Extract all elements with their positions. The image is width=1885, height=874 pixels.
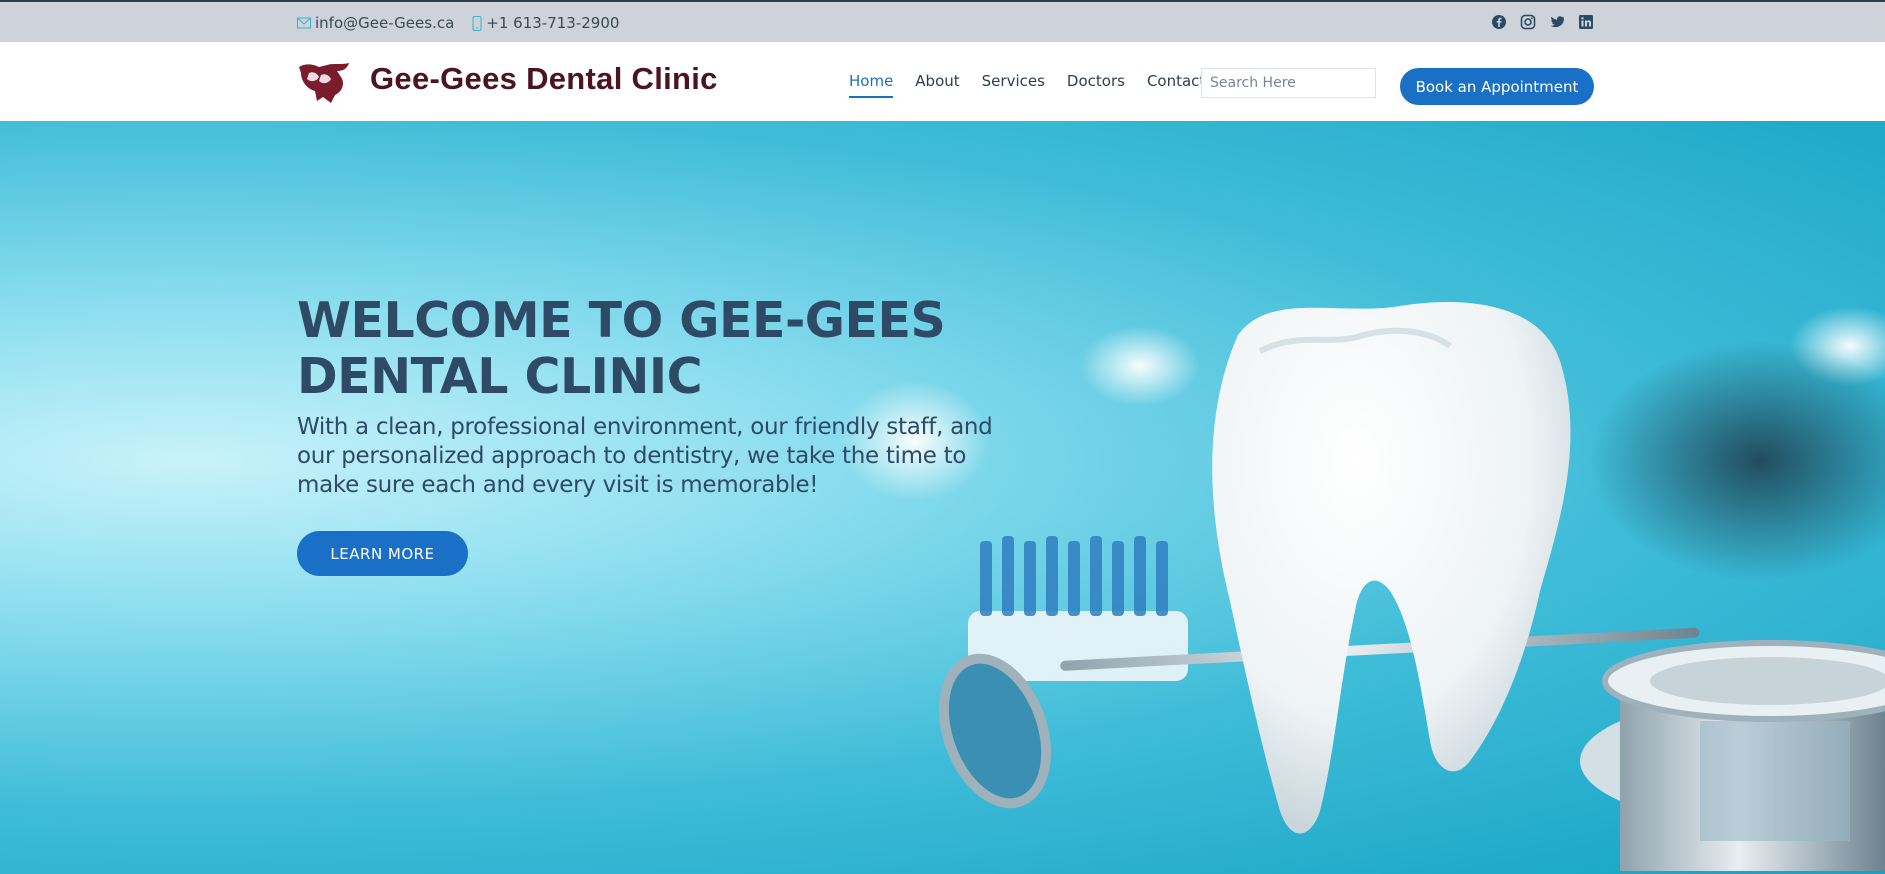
- phone-link[interactable]: +1 613-713-2900: [472, 14, 619, 32]
- main-nav: Home About Services Doctors Contact: [849, 72, 1227, 98]
- envelope-icon: [297, 17, 311, 29]
- hero-section: WELCOME TO GEE-GEES DENTAL CLINIC With a…: [0, 121, 1885, 874]
- nav-about[interactable]: About: [915, 72, 959, 98]
- learn-more-button[interactable]: LEARN MORE: [297, 531, 468, 576]
- search-input[interactable]: [1201, 68, 1376, 98]
- nav-contact[interactable]: Contact: [1147, 72, 1205, 98]
- brand-name[interactable]: Gee-Gees Dental Clinic: [370, 61, 718, 97]
- linkedin-icon[interactable]: [1578, 14, 1596, 32]
- clinic-logo[interactable]: [297, 61, 351, 105]
- top-bar: info@Gee-Gees.ca +1 613-713-2900: [0, 0, 1885, 42]
- book-appointment-button[interactable]: Book an Appointment: [1400, 68, 1594, 105]
- phone-text: +1 613-713-2900: [486, 14, 620, 32]
- nav-services[interactable]: Services: [982, 72, 1045, 98]
- email-text: info@Gee-Gees.ca: [315, 14, 455, 32]
- site-header: Gee-Gees Dental Clinic Home About Servic…: [0, 42, 1885, 121]
- social-links: [1480, 14, 1596, 32]
- nav-doctors[interactable]: Doctors: [1067, 72, 1125, 98]
- email-link[interactable]: info@Gee-Gees.ca: [297, 14, 454, 32]
- contact-info: info@Gee-Gees.ca +1 613-713-2900: [297, 14, 637, 32]
- phone-icon: [472, 15, 482, 31]
- nav-home[interactable]: Home: [849, 72, 894, 98]
- twitter-icon[interactable]: [1549, 14, 1567, 32]
- facebook-icon[interactable]: [1491, 14, 1509, 32]
- hero-description: With a clean, professional environment, …: [297, 414, 993, 498]
- hero-title: WELCOME TO GEE-GEES DENTAL CLINIC: [297, 292, 946, 405]
- instagram-icon[interactable]: [1520, 14, 1538, 32]
